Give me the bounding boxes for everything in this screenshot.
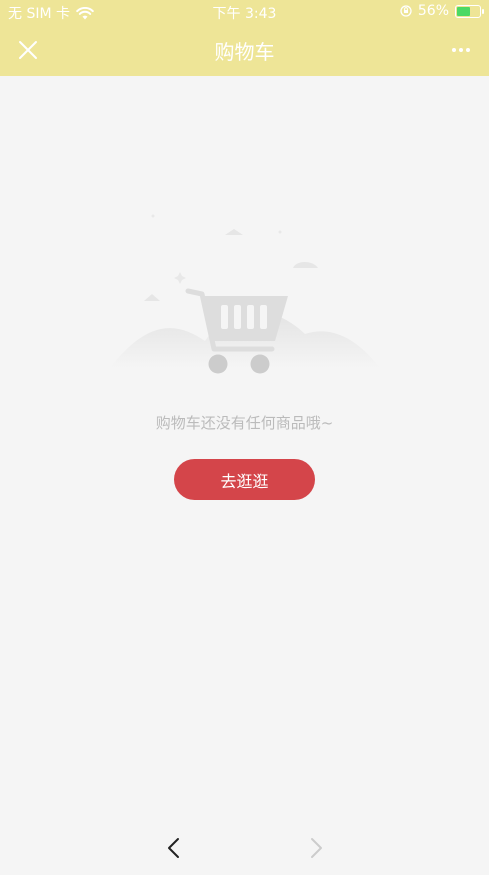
shopping-cart-icon <box>110 214 380 374</box>
more-icon-dot <box>452 48 456 52</box>
more-icon-dot <box>459 48 463 52</box>
main-content: 购物车还没有任何商品哦~ 去逛逛 <box>0 76 489 825</box>
go-shopping-button[interactable]: 去逛逛 <box>174 459 315 500</box>
orientation-lock-icon <box>400 5 412 17</box>
chevron-right-icon <box>311 838 322 858</box>
page-title: 购物车 <box>214 40 275 64</box>
battery-level <box>457 6 471 16</box>
battery-icon <box>455 4 484 18</box>
status-right: 56% <box>400 3 484 19</box>
status-bar: 无 SIM 卡 下午 3:43 56% <box>0 0 489 24</box>
empty-cart-message: 购物车还没有任何商品哦~ <box>155 414 334 432</box>
more-button[interactable] <box>447 36 475 64</box>
more-icon-dot <box>466 48 470 52</box>
forward-button[interactable] <box>302 833 330 863</box>
chevron-left-icon <box>168 838 179 858</box>
header: 无 SIM 卡 下午 3:43 56% 购物车 <box>0 0 489 76</box>
battery-percent: 56% <box>417 3 449 19</box>
empty-cart-illustration <box>110 206 380 391</box>
nav-bar: 购物车 <box>0 24 489 76</box>
back-button[interactable] <box>160 833 188 863</box>
bottom-nav-bar <box>0 825 489 875</box>
